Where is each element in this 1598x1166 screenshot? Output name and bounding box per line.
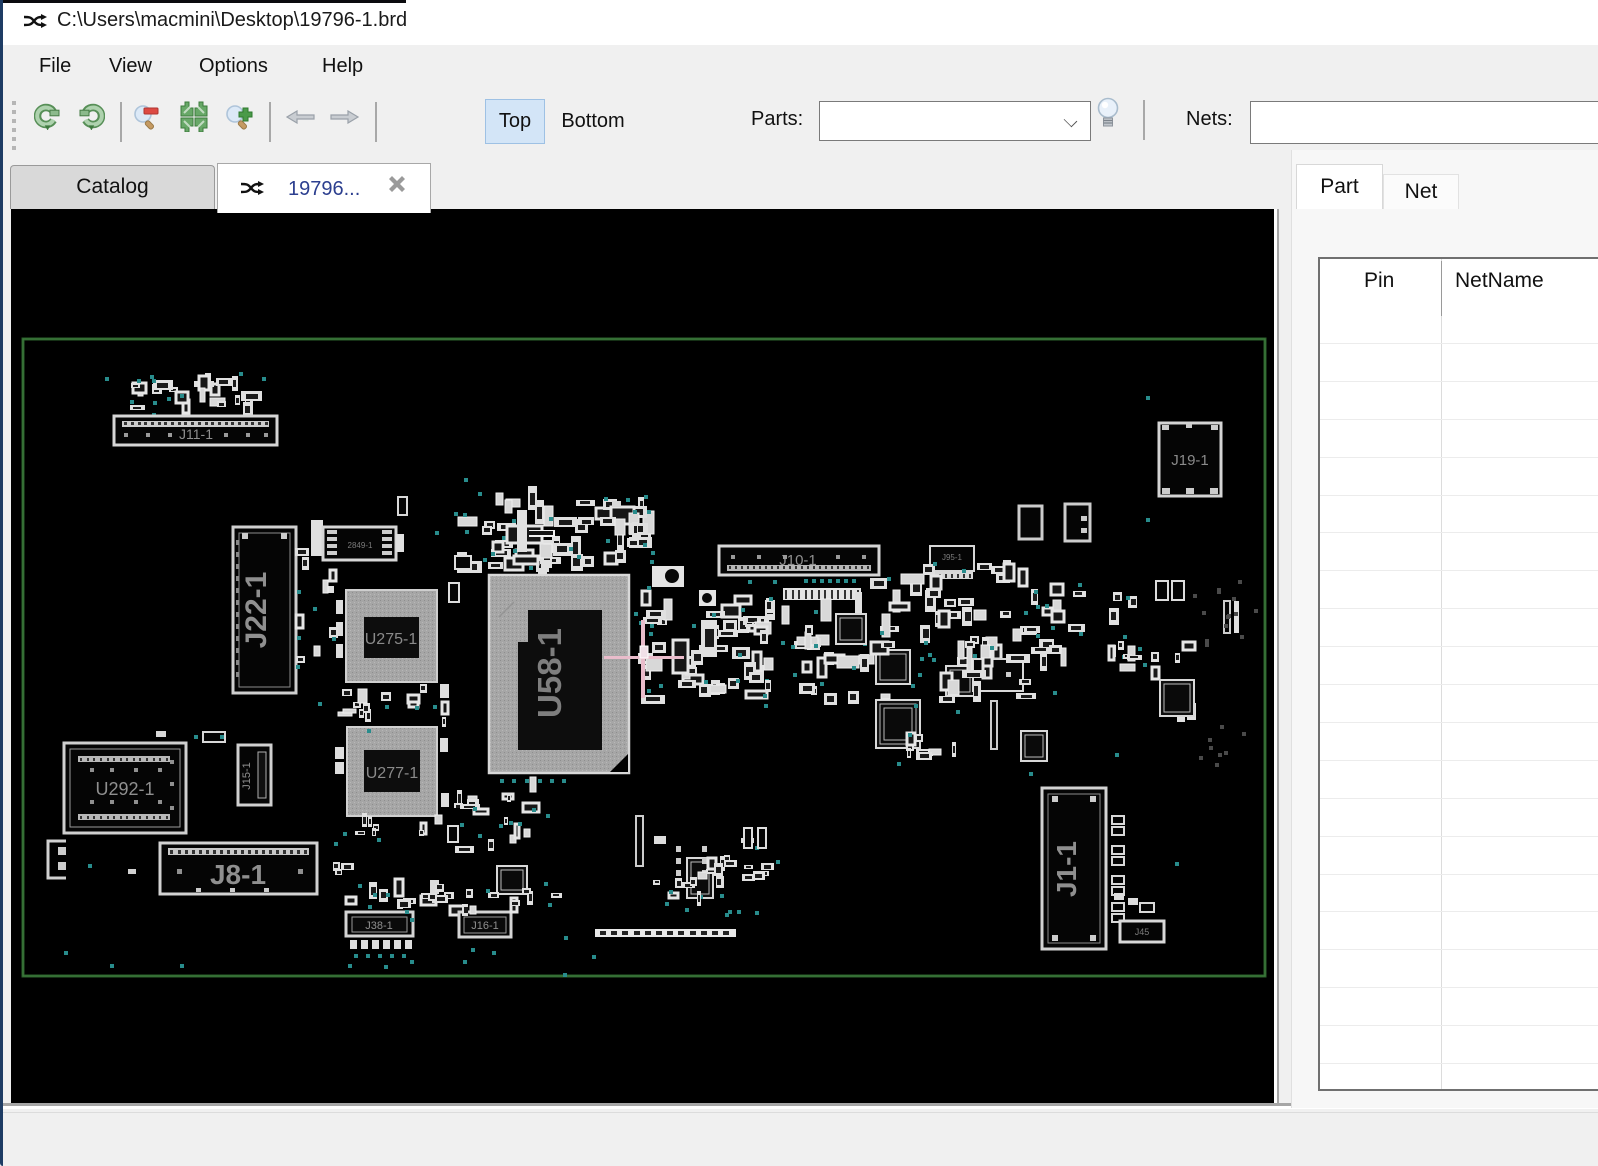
svg-text:U292-1: U292-1 <box>95 779 154 799</box>
svg-text:U275-1: U275-1 <box>365 631 418 648</box>
svg-text:J1-1: J1-1 <box>1051 841 1082 897</box>
svg-text:J38-1: J38-1 <box>365 920 393 932</box>
svg-text:U58-1: U58-1 <box>531 628 568 718</box>
svg-text:U277-1: U277-1 <box>366 765 419 782</box>
svg-text:J10-1: J10-1 <box>779 552 817 569</box>
svg-text:2849-1: 2849-1 <box>348 541 373 550</box>
svg-text:J45: J45 <box>1135 927 1150 937</box>
svg-text:J19-1: J19-1 <box>1171 452 1209 469</box>
svg-text:J22-1: J22-1 <box>240 572 273 649</box>
svg-text:J8-1: J8-1 <box>210 859 266 890</box>
svg-text:J15-1: J15-1 <box>241 762 253 790</box>
svg-text:J11-1: J11-1 <box>179 426 213 442</box>
svg-text:J95-1: J95-1 <box>942 553 963 562</box>
svg-text:J16-1: J16-1 <box>471 920 499 932</box>
